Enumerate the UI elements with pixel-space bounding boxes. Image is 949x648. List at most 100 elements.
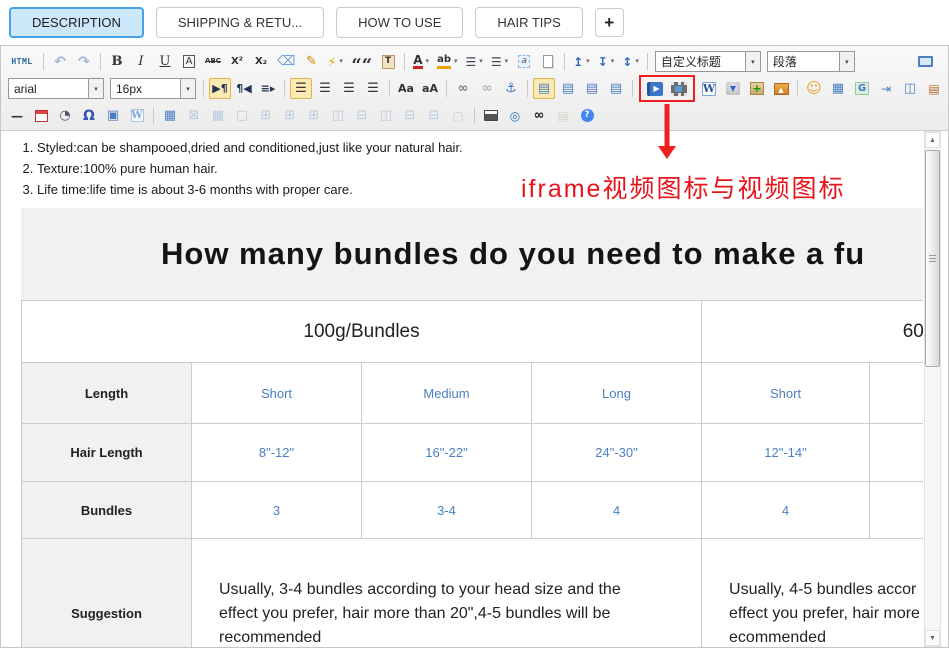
align-right-icon[interactable]: ☰ — [338, 78, 360, 99]
table-cell[interactable]: 4 — [532, 482, 702, 539]
row-header-cell[interactable]: Length — [22, 363, 192, 424]
print-icon[interactable] — [480, 105, 502, 126]
clock-icon[interactable]: ◔ — [54, 105, 76, 126]
row-header-cell[interactable]: Suggestion — [22, 539, 192, 648]
line-height-icon[interactable]: ↕▾ — [619, 51, 642, 72]
insert-image-icon[interactable]: ▲ — [770, 78, 792, 99]
group-header-cell[interactable]: 100g/Bundles — [22, 301, 702, 363]
scroll-down-button[interactable]: ▼ — [925, 630, 940, 646]
tab-shipping-returns[interactable]: SHIPPING & RETU... — [156, 7, 324, 38]
uppercase-icon[interactable]: Aa — [395, 78, 417, 99]
row-header-cell[interactable]: Hair Length — [22, 424, 192, 482]
add-tab-button[interactable]: + — [595, 8, 624, 37]
font-style-icon[interactable]: A — [178, 51, 200, 72]
group-header-cell[interactable]: 60g/Bundles — [702, 301, 923, 363]
table-insert-icon[interactable]: ▦ — [159, 105, 181, 126]
table-cell[interactable] — [870, 363, 923, 424]
table-cell[interactable]: Medium — [362, 363, 532, 424]
paragraph-format-select[interactable]: 段落 ▾ — [767, 51, 855, 72]
word-import-icon[interactable]: W — [698, 78, 720, 99]
emoticon-icon[interactable]: ☺ — [803, 78, 825, 99]
redo-icon[interactable]: ↷ — [73, 51, 95, 72]
google-map-icon[interactable]: G — [851, 78, 873, 99]
help-icon[interactable]: ? — [576, 105, 598, 126]
italic-icon[interactable]: I — [130, 51, 152, 72]
special-char-icon[interactable]: Ω — [78, 105, 100, 126]
word-paste-icon[interactable]: W — [126, 105, 148, 126]
image-float-left-icon[interactable]: ▤ — [533, 78, 555, 99]
find-icon[interactable]: ∞ — [528, 105, 550, 126]
font-size-select[interactable]: 16px ▾ — [110, 78, 196, 99]
tab-how-to-use[interactable]: HOW TO USE — [336, 7, 463, 38]
row-header-cell[interactable]: Bundles — [22, 482, 192, 539]
inline-code-icon[interactable]: a — [513, 51, 535, 72]
table-cell[interactable]: Short — [702, 363, 870, 424]
rtl-paragraph-icon[interactable]: ¶◀ — [233, 78, 255, 99]
table-cell[interactable]: 24"-30" — [532, 424, 702, 482]
anchor-icon[interactable]: ⚓ — [500, 78, 522, 99]
indent-icon[interactable]: ≡▸ — [257, 78, 279, 99]
table-cell[interactable]: 3-4 — [362, 482, 532, 539]
table-title[interactable]: How many bundles do you need to make a f… — [21, 208, 923, 300]
hr-icon[interactable]: — — [6, 105, 28, 126]
media-icon[interactable]: ▼ — [722, 78, 744, 99]
suggestion-cell[interactable]: Usually, 4-5 bundles accor effect you pr… — [702, 539, 923, 648]
subscript-icon[interactable]: X₂ — [250, 51, 272, 72]
list-item[interactable]: Styled:can be shampooed,dried and condit… — [37, 137, 923, 158]
format-brush-icon[interactable]: ✎ — [300, 51, 322, 72]
space-before-icon[interactable]: ↥▾ — [570, 51, 593, 72]
tab-hair-tips[interactable]: HAIR TIPS — [475, 7, 582, 38]
table-cell[interactable] — [870, 482, 923, 539]
layout-columns-icon[interactable]: ◫ — [899, 78, 921, 99]
table-cell[interactable]: 16"-22" — [362, 424, 532, 482]
space-after-icon[interactable]: ↧▾ — [595, 51, 618, 72]
table-cell[interactable]: Long — [532, 363, 702, 424]
align-left-icon[interactable]: ☰ — [290, 78, 312, 99]
editor-content-area[interactable]: Styled:can be shampooed,dried and condit… — [1, 131, 948, 647]
suggestion-cell[interactable]: Usually, 3-4 bundles according to your h… — [192, 539, 702, 648]
highlight-color-icon[interactable]: ab▾ — [434, 51, 460, 72]
image-map-icon[interactable]: ▦ — [827, 78, 849, 99]
table-cell[interactable]: Short — [192, 363, 362, 424]
unordered-list-icon[interactable]: ☰▾ — [488, 51, 511, 72]
table-cell[interactable]: 8"-12" — [192, 424, 362, 482]
font-family-select[interactable]: arial ▾ — [8, 78, 104, 99]
multi-image-icon[interactable]: + — [746, 78, 768, 99]
image-block-icon[interactable]: ▤ — [605, 78, 627, 99]
html-source-button[interactable]: HTML — [6, 51, 38, 72]
quick-format-icon[interactable]: ⚡▾ — [324, 51, 346, 72]
image-inline-icon[interactable]: ▤ — [557, 78, 579, 99]
vertical-scrollbar[interactable]: ▲ ▼ — [924, 131, 941, 647]
ordered-list-icon[interactable]: ☰▾ — [463, 51, 486, 72]
tab-description[interactable]: DESCRIPTION — [9, 7, 144, 38]
eraser-icon[interactable]: ⌫ — [274, 51, 298, 72]
underline-icon[interactable]: U — [154, 51, 176, 72]
video-icon[interactable] — [668, 78, 690, 99]
bold-icon[interactable]: B — [106, 51, 128, 72]
paste-as-text-icon[interactable]: T — [377, 51, 399, 72]
preview-icon[interactable]: ◎ — [504, 105, 526, 126]
undo-icon[interactable]: ↶ — [49, 51, 71, 72]
ltr-paragraph-icon[interactable]: ▶¶ — [209, 78, 231, 99]
table-cell[interactable]: 12"-14" — [702, 424, 870, 482]
align-justify-icon[interactable]: ☰ — [362, 78, 384, 99]
calendar-icon[interactable] — [30, 105, 52, 126]
table-cell[interactable]: 3 — [192, 482, 362, 539]
heading-style-select[interactable]: 自定义标题 ▾ — [655, 51, 761, 72]
strikethrough-icon[interactable]: ABC — [202, 51, 224, 72]
page-break-icon[interactable]: ⇥ — [875, 78, 897, 99]
link-icon[interactable]: ∞ — [452, 78, 474, 99]
media-library-icon[interactable]: ▣ — [102, 105, 124, 126]
superscript-icon[interactable]: X² — [226, 51, 248, 72]
font-color-icon[interactable]: A▾ — [410, 51, 432, 72]
iframe-video-icon[interactable]: ▶ — [644, 78, 666, 99]
scrollbar-thumb[interactable] — [925, 150, 940, 367]
table-cell[interactable] — [870, 424, 923, 482]
scroll-up-button[interactable]: ▲ — [925, 132, 940, 148]
fullscreen-icon[interactable] — [914, 51, 936, 72]
lowercase-icon[interactable]: aA — [419, 78, 441, 99]
align-center-icon[interactable]: ☰ — [314, 78, 336, 99]
image-float-right-icon[interactable]: ▤ — [581, 78, 603, 99]
new-page-icon[interactable] — [537, 51, 559, 72]
table-cell[interactable]: 4 — [702, 482, 870, 539]
